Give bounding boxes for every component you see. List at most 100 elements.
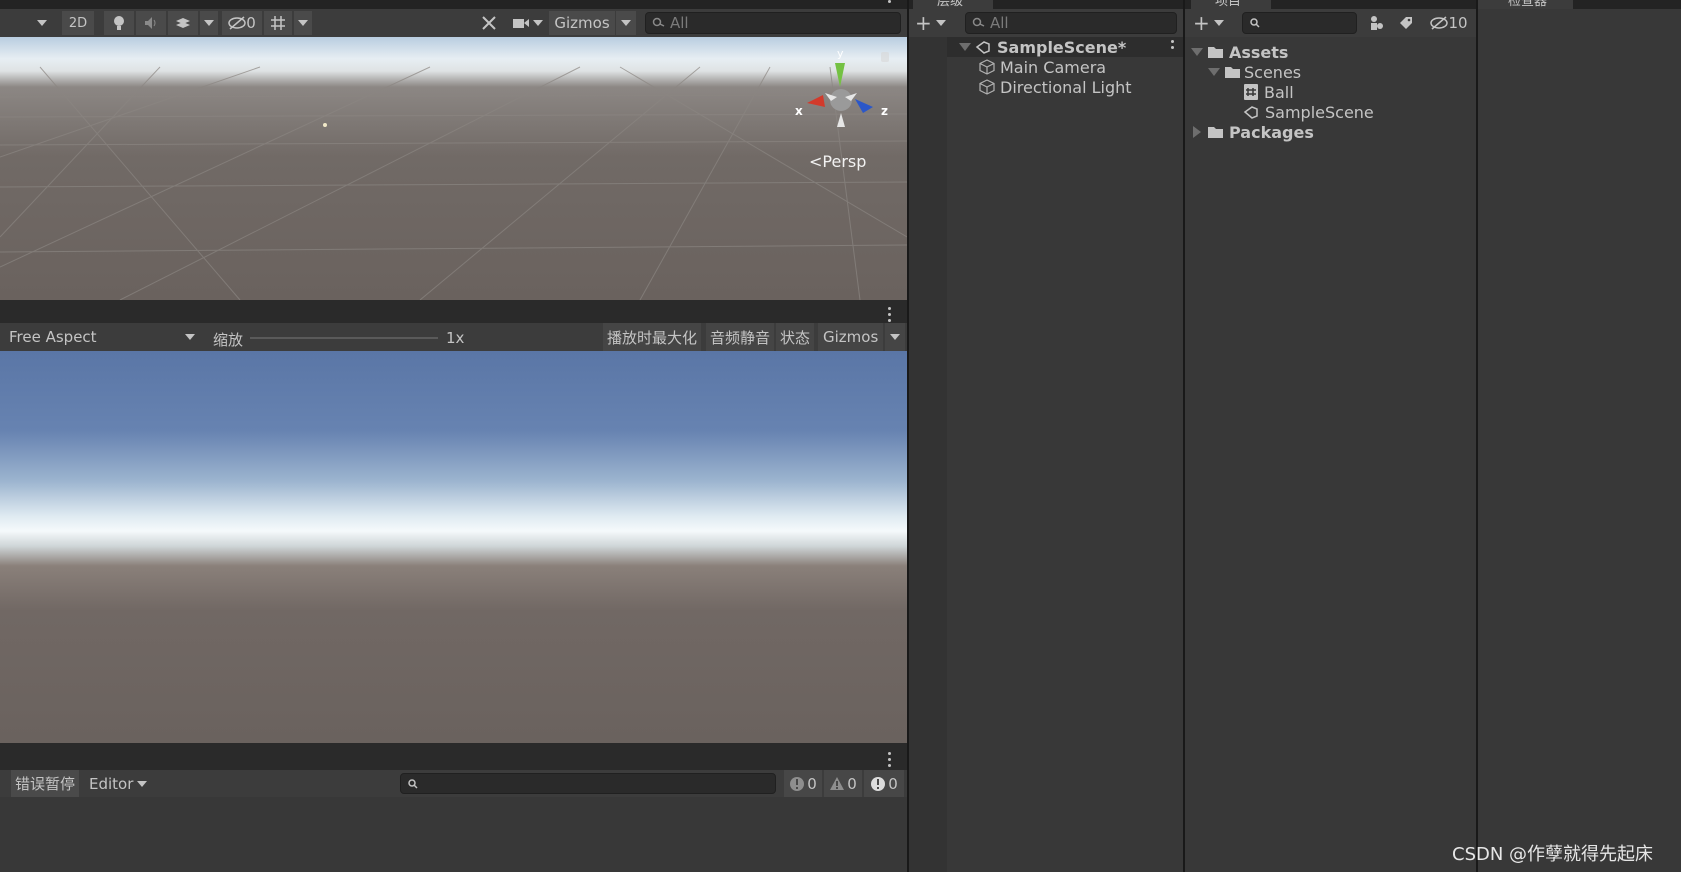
hierarchy-item-main-camera[interactable]: Main Camera [979,57,1106,77]
folder-icon [1208,127,1223,138]
type-filter-icon [1371,16,1383,30]
inspector-panel: 检查器 [1476,0,1681,872]
plus-icon: + [915,11,932,35]
project-tree-packages[interactable]: Packages [1193,122,1314,142]
warning-count: 0 [847,774,857,793]
scene-visibility-toggle[interactable]: 0 [222,11,262,35]
scene-panel-menu[interactable] [888,0,892,6]
inspector-tab[interactable]: 检查器 [1478,0,1573,9]
scene-search-placeholder: All [670,14,689,32]
project-panel: 项目 + 10 Assets Scenes Ball SampleScene P… [1183,0,1476,872]
axis-gizmo-icon [807,63,873,127]
orientation-gizmo[interactable]: x z y [795,47,895,135]
expand-arrow-icon [1208,68,1220,76]
hierarchy-create-button[interactable]: + [915,11,955,35]
chevron-down-icon [185,334,195,340]
hierarchy-search-input[interactable]: All [965,12,1177,34]
maximize-on-play-button[interactable]: 播放时最大化 [603,323,702,351]
tag-icon [1400,17,1412,29]
hierarchy-tab[interactable]: 层级 [913,0,993,9]
tools-button[interactable] [474,11,504,35]
unity-scene-icon [1243,106,1258,119]
info-filter-toggle[interactable]: 0 [784,770,822,797]
csharp-script-icon [1244,84,1258,100]
expand-arrow-icon [1191,48,1203,56]
console-log-area[interactable] [0,797,907,872]
project-tree-assets[interactable]: Assets [1191,42,1288,62]
scene-gizmos-dropdown[interactable] [616,11,636,35]
chevron-down-icon [37,20,47,26]
scene-search-input[interactable]: All [645,12,901,34]
hierarchy-item-directional-light[interactable]: Directional Light [979,77,1132,97]
error-pause-button[interactable]: 错误暂停 [11,770,80,797]
layers-icon [176,18,190,28]
game-gizmos-dropdown[interactable] [885,323,905,351]
lighting-toggle[interactable] [104,11,134,35]
project-tab[interactable]: 项目 [1191,0,1271,9]
chevron-down-icon [621,20,631,26]
console-search-input[interactable] [400,773,776,794]
camera-icon [512,19,529,28]
gizmo-lock-icon[interactable] [881,52,889,62]
chevron-down-icon [137,780,148,787]
audio-toggle[interactable] [136,11,166,35]
search-by-type-button[interactable] [1363,12,1389,34]
search-icon [408,778,418,789]
info-icon [790,776,805,791]
grid-dropdown[interactable] [294,11,312,35]
chevron-down-icon [1213,20,1224,26]
editor-dropdown[interactable]: Editor [84,770,153,797]
grid-icon [271,16,285,30]
lightbulb-icon [114,16,124,30]
project-tree-ball[interactable]: Ball [1244,82,1294,102]
error-filter-toggle[interactable]: 0 [864,770,904,797]
sample-scene-label: SampleScene [1265,102,1374,122]
project-create-button[interactable]: + [1193,11,1233,35]
hierarchy-scene-row[interactable]: SampleScene* [947,37,1183,57]
axis-z-label: z [881,104,888,118]
inspector-tab-strip: 检查器 [1478,0,1681,9]
grid-toggle[interactable] [264,11,292,35]
scene-row-menu[interactable] [1171,40,1175,52]
project-visibility-toggle[interactable]: 10 [1425,12,1473,34]
hierarchy-panel: 层级 + All SampleScene* Main Camera Direct… [907,0,1183,872]
project-tree-sample-scene[interactable]: SampleScene [1243,102,1374,122]
expand-arrow-icon [959,43,971,51]
ball-label: Ball [1264,82,1294,102]
mute-audio-button[interactable]: 音频静音 [706,323,775,351]
scene-draw-mode-dropdown[interactable] [30,11,54,35]
effects-dropdown[interactable] [200,11,218,35]
scene-game-divider [0,300,907,323]
warning-filter-toggle[interactable]: 0 [824,770,862,797]
scale-value: 1x [446,329,465,347]
chevron-down-icon [532,20,543,26]
hidden-eye-icon [1430,16,1449,30]
scene-gizmos-button[interactable]: Gizmos [549,11,615,35]
scene-grid-lines [0,66,907,300]
watermark-text: CSDN @作孽就得先起床 [1452,844,1654,865]
axis-y-label: y [837,47,844,60]
stats-button[interactable]: 状态 [776,323,815,351]
project-tree-scenes[interactable]: Scenes [1208,62,1301,82]
game-viewport[interactable] [0,351,907,743]
camera-settings-button[interactable] [510,11,544,35]
folder-open-icon [1208,47,1223,58]
hidden-object-count: 0 [246,14,256,32]
project-search-input[interactable] [1242,12,1357,34]
mode-2d-button[interactable]: 2D [62,11,94,35]
console-panel-menu[interactable] [888,752,892,770]
persp-label: Persp [822,152,867,171]
game-toolbar: Free Aspect 缩放 1x 播放时最大化 音频静音 状态 Gizmos [0,323,907,351]
search-by-label-button[interactable] [1393,12,1419,34]
game-gizmos-button[interactable]: Gizmos [818,323,884,351]
effects-toggle[interactable] [168,11,198,35]
speaker-icon [145,17,156,29]
chevron-down-icon [935,20,946,26]
scale-slider-track[interactable] [250,337,438,339]
game-console-divider [0,743,907,770]
unity-scene-icon [975,41,990,54]
aspect-dropdown[interactable]: Free Aspect [0,323,203,351]
scene-viewport[interactable] [0,37,907,300]
projection-toggle[interactable]: <Persp [809,152,866,171]
hierarchy-gutter [909,37,947,872]
